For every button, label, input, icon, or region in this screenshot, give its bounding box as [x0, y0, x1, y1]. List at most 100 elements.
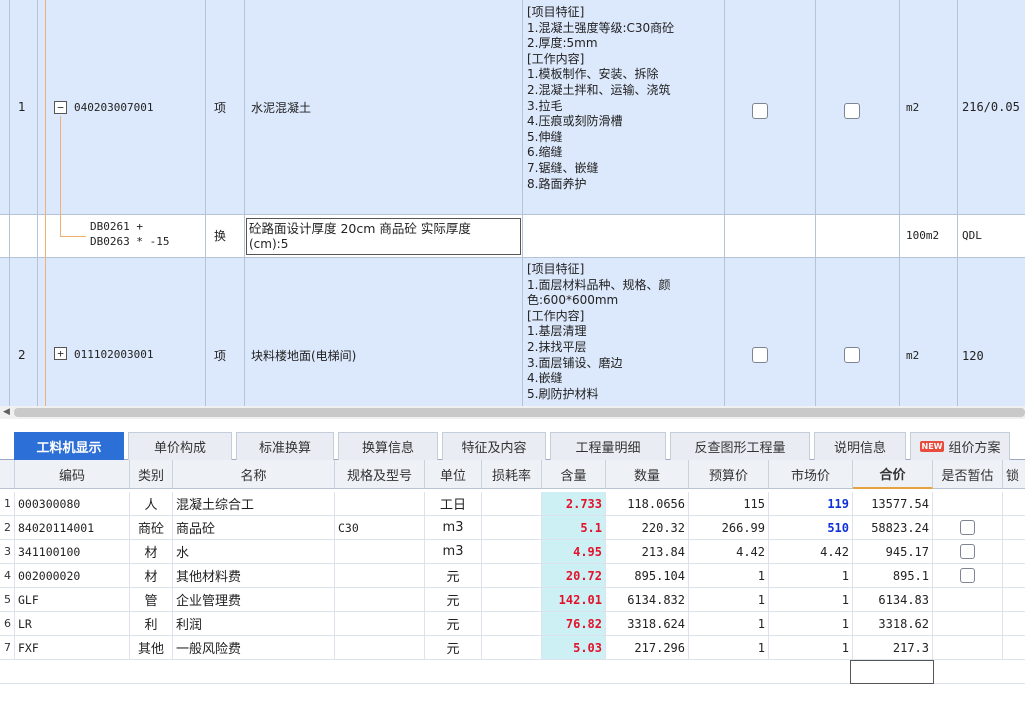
material-budget-price[interactable]: 1 — [689, 636, 769, 660]
material-spec[interactable] — [335, 564, 425, 588]
material-budget-price[interactable]: 1 — [689, 588, 769, 612]
estimate-cell[interactable] — [933, 516, 1003, 540]
material-loss-rate[interactable] — [482, 540, 542, 564]
material-unit[interactable]: 工日 — [425, 492, 482, 516]
material-spec[interactable] — [335, 540, 425, 564]
material-unit[interactable]: 元 — [425, 588, 482, 612]
material-unit[interactable]: m3 — [425, 540, 482, 564]
header-loss-rate[interactable]: 损耗率 — [482, 460, 542, 489]
tab-unit-price[interactable]: 单价构成 — [128, 432, 232, 460]
material-category[interactable]: 管 — [130, 588, 173, 612]
material-spec[interactable] — [335, 636, 425, 660]
material-name[interactable]: 商品砼 — [173, 516, 335, 540]
header-budget-price[interactable]: 预算价 — [689, 460, 769, 489]
lock-cell[interactable] — [1003, 492, 1025, 516]
material-unit[interactable]: 元 — [425, 612, 482, 636]
tab-features-content[interactable]: 特征及内容 — [442, 432, 546, 460]
material-category[interactable]: 材 — [130, 540, 173, 564]
material-quantity[interactable]: 213.84 — [606, 540, 689, 564]
material-total-price[interactable]: 13577.54 — [853, 492, 933, 516]
checkbox-col-a[interactable] — [752, 347, 768, 363]
material-category[interactable]: 利 — [130, 612, 173, 636]
material-loss-rate[interactable] — [482, 612, 542, 636]
estimate-checkbox[interactable] — [960, 568, 975, 583]
material-code[interactable]: FXF — [15, 636, 130, 660]
material-quantity[interactable]: 3318.624 — [606, 612, 689, 636]
estimate-cell[interactable] — [933, 564, 1003, 588]
material-name[interactable]: 利润 — [173, 612, 335, 636]
sub-item-name-editor[interactable]: 砼路面设计厚度 20cm 商品砼 实际厚度 (cm):5 — [246, 218, 521, 255]
material-code[interactable]: 002000020 — [15, 564, 130, 588]
tab-description[interactable]: 说明信息 — [814, 432, 906, 460]
estimate-cell[interactable] — [933, 492, 1003, 516]
header-market-price[interactable]: 市场价 — [769, 460, 853, 489]
material-quantity[interactable]: 220.32 — [606, 516, 689, 540]
material-unit[interactable]: 元 — [425, 564, 482, 588]
material-loss-rate[interactable] — [482, 564, 542, 588]
material-market-price[interactable]: 4.42 — [769, 540, 853, 564]
tab-quantity-detail[interactable]: 工程量明细 — [550, 432, 666, 460]
tab-labor-material[interactable]: 工料机显示 — [14, 432, 124, 460]
scrollbar-thumb[interactable] — [14, 408, 1025, 417]
header-is-estimate[interactable]: 是否暂估 — [933, 460, 1003, 489]
header-quantity[interactable]: 数量 — [606, 460, 689, 489]
material-code[interactable]: 000300080 — [15, 492, 130, 516]
material-content[interactable]: 4.95 — [542, 540, 606, 564]
material-code[interactable]: 341100100 — [15, 540, 130, 564]
material-market-price[interactable]: 1 — [769, 612, 853, 636]
material-market-price[interactable]: 1 — [769, 636, 853, 660]
header-spec[interactable]: 规格及型号 — [335, 460, 425, 489]
material-spec[interactable] — [335, 588, 425, 612]
lock-cell[interactable] — [1003, 516, 1025, 540]
material-category[interactable]: 人 — [130, 492, 173, 516]
horizontal-scrollbar[interactable]: ◀ — [0, 406, 1025, 419]
material-total-price[interactable]: 58823.24 — [853, 516, 933, 540]
header-name[interactable]: 名称 — [173, 460, 335, 489]
estimate-cell[interactable] — [933, 540, 1003, 564]
material-name[interactable]: 其他材料费 — [173, 564, 335, 588]
tab-pricing-scheme[interactable]: NEW 组价方案 — [910, 432, 1010, 460]
material-code[interactable]: GLF — [15, 588, 130, 612]
lock-cell[interactable] — [1003, 612, 1025, 636]
material-category[interactable]: 商砼 — [130, 516, 173, 540]
material-quantity[interactable]: 217.296 — [606, 636, 689, 660]
header-lock[interactable]: 锁 — [1003, 460, 1025, 489]
checkbox-col-b[interactable] — [844, 347, 860, 363]
material-category[interactable]: 其他 — [130, 636, 173, 660]
material-budget-price[interactable]: 1 — [689, 564, 769, 588]
estimate-cell[interactable] — [933, 636, 1003, 660]
material-budget-price[interactable]: 115 — [689, 492, 769, 516]
material-loss-rate[interactable] — [482, 636, 542, 660]
material-quantity[interactable]: 895.104 — [606, 564, 689, 588]
estimate-checkbox[interactable] — [960, 544, 975, 559]
material-code[interactable]: LR — [15, 612, 130, 636]
header-total-price[interactable]: 合价 — [853, 460, 933, 489]
lock-cell[interactable] — [1003, 588, 1025, 612]
material-unit[interactable]: 元 — [425, 636, 482, 660]
material-quantity[interactable]: 118.0656 — [606, 492, 689, 516]
material-category[interactable]: 材 — [130, 564, 173, 588]
material-market-price[interactable]: 510 — [769, 516, 853, 540]
material-spec[interactable] — [335, 492, 425, 516]
material-market-price[interactable]: 1 — [769, 588, 853, 612]
material-total-price[interactable]: 6134.83 — [853, 588, 933, 612]
header-unit[interactable]: 单位 — [425, 460, 482, 489]
material-spec[interactable] — [335, 612, 425, 636]
material-content[interactable]: 5.1 — [542, 516, 606, 540]
material-content[interactable]: 142.01 — [542, 588, 606, 612]
bill-row-2[interactable]: 2 + 011102003001 项 块料楼地面(电梯间) [项目特征] 1.面… — [0, 257, 1025, 406]
checkbox-col-b[interactable] — [844, 103, 860, 119]
estimate-cell[interactable] — [933, 612, 1003, 636]
material-name[interactable]: 一般风险费 — [173, 636, 335, 660]
material-budget-price[interactable]: 1 — [689, 612, 769, 636]
material-unit[interactable]: m3 — [425, 516, 482, 540]
material-name[interactable]: 企业管理费 — [173, 588, 335, 612]
estimate-checkbox[interactable] — [960, 520, 975, 535]
active-cell-editor[interactable] — [850, 660, 934, 684]
checkbox-col-a[interactable] — [752, 103, 768, 119]
lock-cell[interactable] — [1003, 540, 1025, 564]
material-quantity[interactable]: 6134.832 — [606, 588, 689, 612]
material-loss-rate[interactable] — [482, 588, 542, 612]
material-content[interactable]: 5.03 — [542, 636, 606, 660]
material-market-price[interactable]: 119 — [769, 492, 853, 516]
